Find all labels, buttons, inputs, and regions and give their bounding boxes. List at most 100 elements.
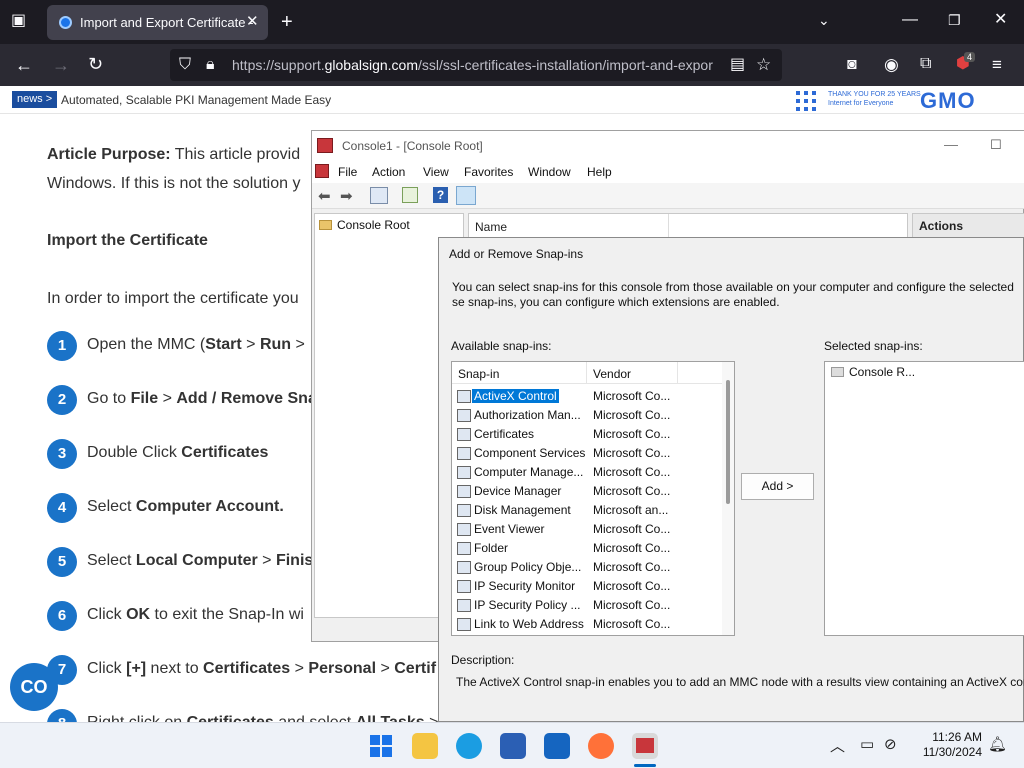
step-text: Right click on Certificates and select A… — [87, 714, 438, 722]
column-divider[interactable] — [586, 362, 587, 384]
snapin-row[interactable]: Group Policy Obje... Microsoft Co... — [452, 558, 722, 577]
new-tab-icon[interactable]: + — [281, 12, 293, 32]
show-hidden-icons-icon[interactable]: ︿ — [830, 735, 845, 756]
browser-tab-bar: ▣ Import and Export Certificate - ✕ + ⌄ … — [0, 0, 1024, 44]
firefox-icon[interactable] — [588, 733, 614, 759]
tab-title: Import and Export Certificate - — [80, 15, 254, 30]
mmc-console-tree-icon[interactable] — [370, 187, 388, 204]
minimize-icon[interactable]: — — [902, 12, 918, 28]
column-divider[interactable] — [677, 362, 678, 384]
shield-icon[interactable]: ⛉ — [179, 57, 191, 73]
menu-help[interactable]: Help — [587, 165, 612, 179]
chevron-down-icon[interactable]: ⌄ — [818, 13, 830, 27]
snapin-row[interactable]: Authorization Man... Microsoft Co... — [452, 406, 722, 425]
snapin-vendor: Microsoft Co... — [593, 541, 671, 555]
url-text[interactable]: https://support.globalsign.com/ssl/ssl-c… — [232, 57, 720, 73]
menu-favorites[interactable]: Favorites — [464, 165, 513, 179]
import-intro: In order to import the certificate you — [47, 290, 299, 307]
mmc-action-pane-icon[interactable] — [456, 186, 476, 205]
news-text[interactable]: Automated, Scalable PKI Management Made … — [61, 93, 331, 107]
snapin-name: Group Policy Obje... — [474, 560, 582, 574]
snapin-row[interactable]: ActiveX Control Microsoft Co... — [452, 387, 722, 406]
chat-icon[interactable]: CO — [10, 663, 58, 711]
snapin-name: Event Viewer — [474, 522, 545, 536]
store-icon[interactable] — [500, 733, 526, 759]
snapin-vendor: Microsoft Co... — [593, 408, 671, 422]
mmc-minimize-icon[interactable]: — — [944, 136, 958, 152]
volume-muted-icon[interactable]: ⊘ — [884, 735, 897, 753]
snapin-name: Computer Manage... — [474, 465, 584, 479]
menu-action[interactable]: Action — [372, 165, 405, 179]
snapin-name: IP Security Policy ... — [474, 598, 581, 612]
snapin-row[interactable]: Computer Manage... Microsoft Co... — [452, 463, 722, 482]
network-icon[interactable]: ▭ — [860, 735, 874, 753]
mmc-back-icon[interactable]: ⬅ — [318, 187, 331, 205]
step-number: 6 — [47, 601, 77, 631]
name-column-header[interactable]: Name — [469, 214, 669, 238]
menu-icon[interactable]: ≡ — [992, 56, 1002, 73]
mmc-menubar: File Action View Favorites Window Help — [312, 161, 1024, 183]
close-tab-icon[interactable]: ✕ — [246, 12, 259, 30]
available-snapins-list[interactable]: Snap-in Vendor ActiveX Control Microsoft … — [451, 361, 735, 636]
import-heading: Import the Certificate — [47, 232, 208, 249]
menu-view[interactable]: View — [423, 165, 449, 179]
dialog-title: Add or Remove Snap-ins — [449, 247, 584, 261]
lock-icon[interactable]: 🔒︎ — [206, 57, 215, 73]
reload-icon[interactable]: ↻ — [88, 55, 103, 73]
news-badge[interactable]: news > — [12, 91, 58, 108]
account-icon[interactable]: ◉ — [884, 56, 899, 73]
system-clock[interactable]: 11:26 AM 11/30/2024 — [904, 730, 982, 760]
back-icon[interactable]: ← — [15, 56, 33, 74]
windows-start-icon[interactable] — [368, 733, 394, 759]
selected-item-console-root[interactable]: Console R... — [831, 365, 915, 379]
selected-snapins-list[interactable]: Console R... — [824, 361, 1024, 636]
snapin-row[interactable]: Folder Microsoft Co... — [452, 539, 722, 558]
pocket-icon[interactable]: ◙ — [847, 57, 857, 73]
forward-icon[interactable]: → — [52, 56, 70, 74]
snapin-name: Authorization Man... — [474, 408, 581, 422]
add-button[interactable]: Add > — [741, 473, 814, 500]
snapin-row[interactable]: Component Services Microsoft Co... — [452, 444, 722, 463]
browser-tab[interactable]: Import and Export Certificate - ✕ — [47, 5, 268, 40]
snapin-name: Disk Management — [474, 503, 571, 517]
extensions-icon[interactable]: ⧉ — [920, 56, 931, 72]
active-app-indicator — [634, 764, 656, 767]
notifications-bell-icon[interactable]: 🔔︎ — [988, 735, 1007, 753]
menu-file[interactable]: File — [338, 165, 357, 179]
url-bar[interactable]: ⛉ 🔒︎ https://support.globalsign.com/ssl/… — [170, 49, 782, 81]
edge-icon[interactable] — [456, 733, 482, 759]
snapin-row[interactable]: Device Manager Microsoft Co... — [452, 482, 722, 501]
gmo-tagline: THANK YOU FOR 25 YEARS Internet for Ever… — [828, 91, 921, 107]
mmc-titlebar: Console1 - [Console Root] — ☐ — [312, 131, 1024, 161]
menu-window[interactable]: Window — [528, 165, 571, 179]
snapin-row[interactable]: Event Viewer Microsoft Co... — [452, 520, 722, 539]
bookmark-star-icon[interactable]: ☆ — [756, 56, 771, 73]
tab-list-icon[interactable]: ▣ — [11, 13, 26, 29]
outlook-icon[interactable] — [544, 733, 570, 759]
snapin-row[interactable]: IP Security Policy ... Microsoft Co... — [452, 596, 722, 615]
mmc-export-icon[interactable] — [402, 187, 418, 203]
scrollbar-thumb[interactable] — [726, 380, 730, 504]
step-number: 5 — [47, 547, 77, 577]
reader-view-icon[interactable]: ▤ — [730, 57, 745, 73]
snapin-list-scrollbar[interactable] — [722, 362, 734, 635]
mmc-help-icon[interactable]: ? — [433, 187, 448, 203]
tree-console-root[interactable]: Console Root — [319, 218, 410, 232]
snapin-row[interactable]: IP Security Monitor Microsoft Co... — [452, 577, 722, 596]
taskbar: ︿ ▭ ⊘ 11:26 AM 11/30/2024 🔔︎ — [0, 722, 1024, 768]
snapin-row[interactable]: Disk Management Microsoft an... — [452, 501, 722, 520]
restore-icon[interactable]: ❐ — [948, 13, 961, 27]
snapin-icon — [457, 542, 471, 555]
snapin-row[interactable]: Link to Web Address Microsoft Co... — [452, 615, 722, 634]
snapin-icon — [457, 599, 471, 612]
file-explorer-icon[interactable] — [412, 733, 438, 759]
mmc-taskbar-icon[interactable] — [632, 733, 658, 759]
snapin-row[interactable]: Certificates Microsoft Co... — [452, 425, 722, 444]
snapin-column-header[interactable]: Snap-in — [458, 367, 499, 381]
mmc-maximize-icon[interactable]: ☐ — [990, 137, 1002, 153]
mmc-forward-icon[interactable]: ➡ — [340, 187, 353, 205]
snapin-vendor: Microsoft Co... — [593, 522, 671, 536]
close-window-icon[interactable]: ✕ — [994, 12, 1007, 28]
snapin-name: Certificates — [474, 427, 535, 441]
vendor-column-header[interactable]: Vendor — [593, 367, 631, 381]
